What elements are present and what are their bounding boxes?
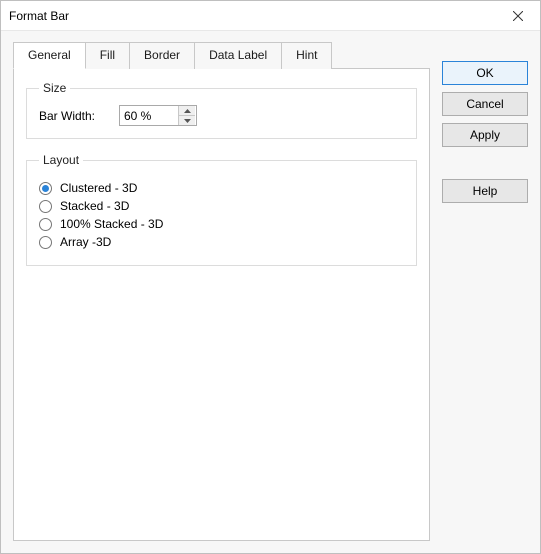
spinner-down[interactable] bbox=[179, 115, 195, 125]
radio-clustered-3d[interactable]: Clustered - 3D bbox=[39, 181, 404, 195]
size-group: Size Bar Width: bbox=[26, 81, 417, 139]
size-legend: Size bbox=[39, 81, 70, 95]
spinner-buttons bbox=[178, 106, 195, 125]
tab-label: Fill bbox=[100, 48, 115, 62]
button-label: OK bbox=[476, 66, 493, 80]
radio-label: 100% Stacked - 3D bbox=[60, 217, 163, 231]
tab-label: Hint bbox=[296, 48, 317, 62]
dialog-body: General Fill Border Data Label Hint Size… bbox=[1, 31, 540, 553]
button-spacer bbox=[442, 154, 528, 172]
radio-label: Stacked - 3D bbox=[60, 199, 129, 213]
radio-indicator bbox=[39, 236, 52, 249]
window-title: Format Bar bbox=[9, 9, 69, 23]
radio-array-3d[interactable]: Array -3D bbox=[39, 235, 404, 249]
tab-content-general: Size Bar Width: bbox=[13, 68, 430, 541]
radio-indicator bbox=[39, 218, 52, 231]
tab-data-label[interactable]: Data Label bbox=[194, 42, 282, 69]
apply-button[interactable]: Apply bbox=[442, 123, 528, 147]
layout-legend: Layout bbox=[39, 153, 83, 167]
spinner-up[interactable] bbox=[179, 106, 195, 115]
button-label: Cancel bbox=[466, 97, 503, 111]
bar-width-spinner bbox=[119, 105, 197, 126]
radio-label: Array -3D bbox=[60, 235, 111, 249]
close-icon bbox=[513, 11, 523, 21]
radio-indicator bbox=[39, 182, 52, 195]
tab-border[interactable]: Border bbox=[129, 42, 195, 69]
bar-width-label: Bar Width: bbox=[39, 109, 105, 123]
left-panel: General Fill Border Data Label Hint Size… bbox=[13, 41, 430, 541]
tab-label: General bbox=[28, 48, 71, 62]
tab-general[interactable]: General bbox=[13, 42, 86, 69]
layout-group: Layout Clustered - 3D Stacked - 3D 100% … bbox=[26, 153, 417, 266]
tab-label: Data Label bbox=[209, 48, 267, 62]
bar-width-input[interactable] bbox=[120, 106, 178, 125]
button-label: Help bbox=[473, 184, 498, 198]
ok-button[interactable]: OK bbox=[442, 61, 528, 85]
tab-fill[interactable]: Fill bbox=[85, 42, 130, 69]
radio-stacked-3d[interactable]: Stacked - 3D bbox=[39, 199, 404, 213]
radio-label: Clustered - 3D bbox=[60, 181, 137, 195]
tab-label: Border bbox=[144, 48, 180, 62]
radio-100-stacked-3d[interactable]: 100% Stacked - 3D bbox=[39, 217, 404, 231]
help-button[interactable]: Help bbox=[442, 179, 528, 203]
button-panel: OK Cancel Apply Help bbox=[442, 41, 528, 541]
tab-hint[interactable]: Hint bbox=[281, 42, 332, 69]
cancel-button[interactable]: Cancel bbox=[442, 92, 528, 116]
close-button[interactable] bbox=[496, 1, 540, 31]
chevron-up-icon bbox=[184, 109, 191, 113]
button-label: Apply bbox=[470, 128, 500, 142]
chevron-down-icon bbox=[184, 119, 191, 123]
tab-strip: General Fill Border Data Label Hint bbox=[13, 41, 430, 68]
radio-indicator bbox=[39, 200, 52, 213]
bar-width-row: Bar Width: bbox=[39, 105, 404, 126]
titlebar: Format Bar bbox=[1, 1, 540, 31]
dialog-window: Format Bar General Fill Border Data Labe… bbox=[0, 0, 541, 554]
